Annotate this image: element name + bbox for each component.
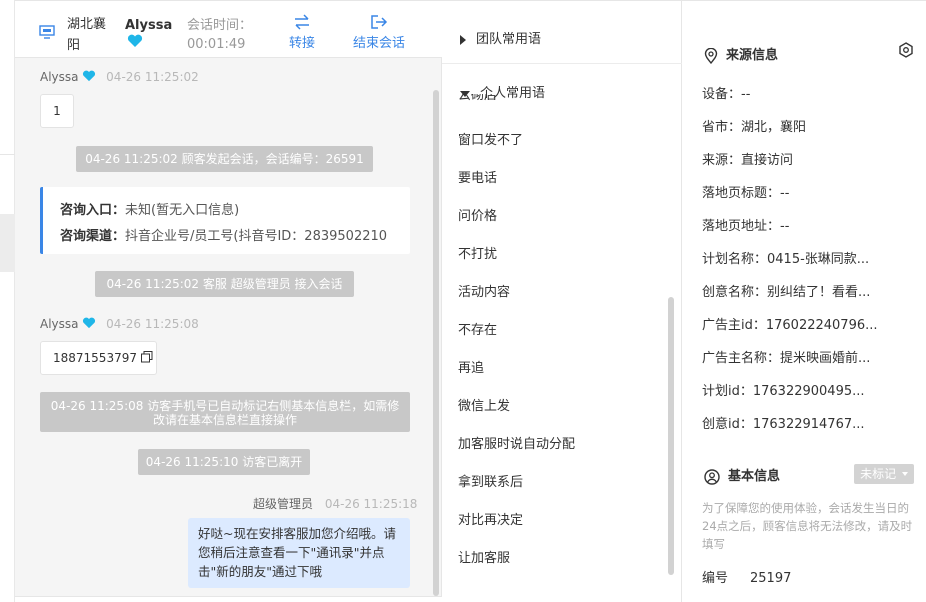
exit-icon — [353, 14, 405, 32]
source-page-title: 落地页标题：-- — [702, 186, 790, 201]
edge-divider — [0, 154, 15, 155]
transfer-icon — [289, 14, 315, 32]
visitor-message: 1 — [40, 94, 74, 128]
location-pin-icon — [704, 47, 718, 64]
chat-workspace: 湖北襄阳 Alyssa 会话时间： 00:01:49 转接 结束会话 Alyss… — [0, 0, 926, 602]
chat-scrollbar[interactable] — [433, 90, 439, 596]
entry-info-card: 咨询入口：未知(暂无入口信息) 咨询渠道：抖音企业号/员工号(抖音号ID：283… — [40, 187, 410, 254]
group-divider — [442, 63, 682, 64]
number-label: 编号 — [702, 571, 729, 586]
sender-name: Alyssa — [40, 317, 79, 331]
left-edge-panel — [0, 0, 15, 602]
source-device: 设备：-- — [702, 87, 751, 102]
caret-right-icon — [460, 34, 466, 45]
source-info-title: 来源信息 — [704, 44, 778, 64]
tag-dropdown[interactable]: 未标记 — [854, 464, 914, 484]
copy-icon[interactable] — [140, 351, 153, 363]
settings-icon[interactable] — [898, 42, 914, 58]
end-session-button[interactable]: 结束会话 — [353, 14, 405, 51]
session-time-label: 会话时间： — [187, 18, 253, 33]
transfer-label: 转接 — [289, 36, 316, 51]
phrase-item[interactable]: 再追 — [458, 357, 484, 376]
heart-icon — [127, 34, 143, 47]
message-meta: 超级管理员 04-26 11:25:18 — [253, 495, 417, 512]
phrase-item[interactable]: 云砌店 — [458, 94, 497, 106]
chat-panel: 湖北襄阳 Alyssa 会话时间： 00:01:49 转接 结束会话 Alyss… — [15, 0, 442, 602]
message-meta: Alyssa 04-26 11:25:08 — [40, 317, 199, 331]
source-advertiser-name: 广告主名称：提米映画婚前... — [702, 351, 871, 366]
phrase-item[interactable]: 拿到联系后 — [458, 471, 523, 490]
message-time: 04-26 11:25:02 — [106, 70, 199, 84]
system-message: 04-26 11:25:08 访客手机号已自动标记右侧基本信息栏，如需修改请在基… — [40, 392, 410, 432]
transfer-button[interactable]: 转接 — [289, 14, 315, 51]
phrase-item[interactable]: 不打扰 — [458, 243, 497, 262]
heart-icon — [83, 317, 96, 329]
entry-value: 未知(暂无入口信息) — [125, 203, 240, 218]
visitor-name: Alyssa — [125, 18, 173, 33]
phrase-item[interactable]: 活动内容 — [458, 281, 510, 300]
chat-header: 湖北襄阳 Alyssa 会话时间： 00:01:49 转接 结束会话 — [15, 0, 442, 58]
sender-name: 超级管理员 — [253, 497, 314, 511]
agent-message: 好哒~现在安排客服加您介绍哦。请您稍后注意查看一下"通讯录"并点击"新的朋友"通… — [188, 518, 410, 588]
phrase-item[interactable]: 让加客服 — [458, 547, 510, 566]
visitor-info-panel: 来源信息 设备：-- 省市：湖北，襄阳 来源：直接访问 落地页标题：-- 落地页… — [682, 0, 926, 602]
heart-icon — [83, 70, 96, 82]
visitor-location: 湖北襄阳 — [67, 17, 107, 53]
phone-number: 18871553797 — [53, 351, 137, 365]
phrase-item[interactable]: 窗口发不了 — [458, 129, 523, 148]
edge-selected-row[interactable] — [0, 214, 15, 272]
caret-down-icon — [901, 472, 908, 476]
phrase-item[interactable]: 微信上发 — [458, 395, 510, 414]
monitor-icon — [39, 25, 55, 39]
source-advertiser-id: 广告主id：176022240796... — [702, 318, 878, 333]
sender-name: Alyssa — [40, 70, 79, 84]
phrase-item[interactable]: 要电话 — [458, 167, 497, 186]
source-creative-name: 创意名称：别纠结了！看看... — [702, 285, 871, 300]
phrases-scrollbar[interactable] — [668, 297, 674, 575]
number-value: 25197 — [750, 571, 792, 586]
tag-label: 未标记 — [860, 467, 897, 481]
quick-phrases-panel: 团队常用语 个人常用语 云砌店 窗口发不了 要电话 问价格 不打扰 活动内容 不… — [442, 0, 682, 602]
basic-info-note: 为了保障您的使用体验，会话发生当日的24点之后，顾客信息将无法修改，请及时填写 — [702, 501, 913, 551]
basic-info-title: 基本信息 — [704, 465, 780, 485]
phrase-item[interactable]: 加客服时说自动分配 — [458, 433, 575, 452]
source-origin: 来源：直接访问 — [702, 153, 794, 168]
visitor-number-row: 编号 25197 — [702, 567, 791, 586]
phrase-item[interactable]: 不存在 — [458, 319, 497, 338]
channel-value: 抖音企业号/员工号(抖音号ID：2839502210 — [125, 229, 388, 244]
phrase-item[interactable]: 问价格 — [458, 205, 497, 224]
team-phrases-group[interactable]: 团队常用语 — [460, 28, 541, 47]
visitor-message: 18871553797 — [40, 341, 157, 375]
end-session-label: 结束会话 — [353, 36, 406, 51]
message-time: 04-26 11:25:18 — [324, 497, 418, 511]
message-meta: Alyssa 04-26 11:25:02 — [40, 70, 199, 84]
message-time: 04-26 11:25:08 — [106, 317, 199, 331]
source-plan-name: 计划名称：0415-张琳同款... — [702, 252, 870, 267]
source-plan-id: 计划id：176322900495... — [702, 384, 865, 399]
source-creative-id: 创意id：176322914767... — [702, 417, 865, 432]
session-time-value: 00:01:49 — [187, 37, 246, 52]
user-circle-icon — [704, 468, 720, 485]
team-phrases-label: 团队常用语 — [476, 32, 542, 47]
system-message: 04-26 11:25:02 顾客发起会话，会话编号：26591 — [76, 146, 373, 172]
entry-key: 咨询入口： — [60, 203, 126, 218]
system-message: 04-26 11:25:10 访客已离开 — [138, 449, 310, 475]
source-region: 省市：湖北，襄阳 — [702, 120, 807, 135]
channel-key: 咨询渠道： — [60, 229, 126, 244]
source-page-url: 落地页地址：-- — [702, 219, 790, 234]
chat-input-edge — [15, 596, 442, 602]
system-message: 04-26 11:25:02 客服 超级管理员 接入会话 — [95, 271, 354, 297]
phrase-item[interactable]: 对比再决定 — [458, 509, 523, 528]
